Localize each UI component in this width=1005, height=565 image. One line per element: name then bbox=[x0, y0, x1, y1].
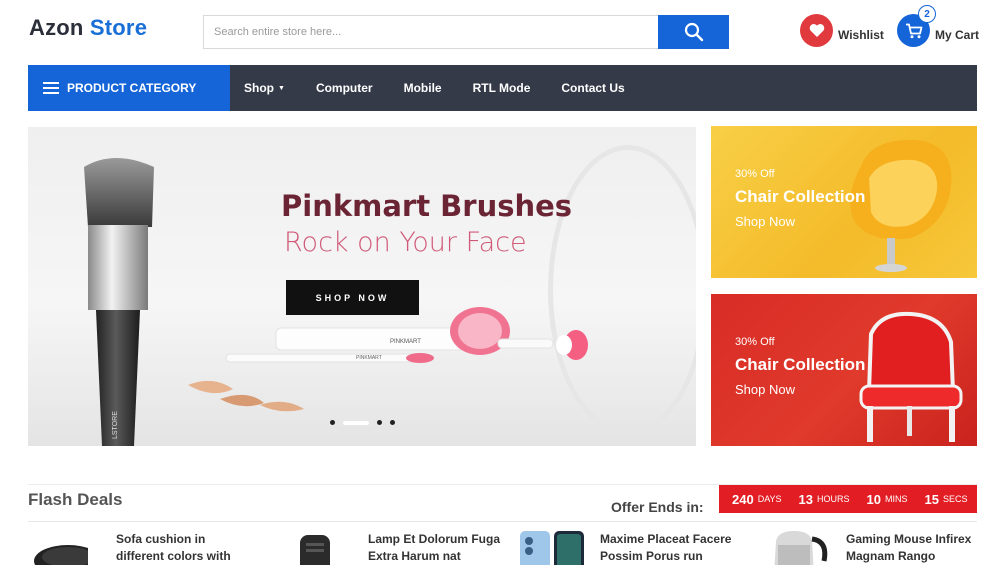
nav-links: Shop ▼ Computer Mobile RTL Mode Contact … bbox=[244, 81, 656, 95]
store-logo[interactable]: Azon Store bbox=[29, 15, 147, 41]
product-category-button[interactable]: PRODUCT CATEGORY bbox=[28, 65, 230, 111]
product-name-line-1: Gaming Mouse Infirex bbox=[846, 532, 972, 546]
product-name-line-2: Possim Porus run bbox=[600, 549, 703, 563]
cart-count-badge: 2 bbox=[918, 5, 936, 23]
hero-slider: LSTORE PINKMART PINKMART Pinkmart Brushe… bbox=[28, 127, 696, 446]
nav-item-label: Contact Us bbox=[561, 81, 625, 95]
timer-hours-unit: HOURS bbox=[817, 494, 850, 504]
promo-shop-now-link[interactable]: Shop Now bbox=[735, 214, 795, 229]
promo-title: Chair Collection bbox=[735, 187, 866, 206]
slide-dot-4[interactable] bbox=[390, 420, 395, 425]
nav-item-computer[interactable]: Computer bbox=[316, 81, 373, 95]
timer-mins-value: 10 bbox=[866, 491, 881, 507]
promo-discount: 30% Off bbox=[735, 168, 775, 180]
product-thumbnail bbox=[518, 531, 588, 565]
brush-text-1: PINKMART bbox=[390, 339, 421, 345]
nav-item-label: Mobile bbox=[403, 81, 442, 95]
cart-icon-circle: 2 bbox=[897, 5, 936, 47]
product-thumbnail bbox=[28, 531, 102, 565]
brush-text-2: PINKMART bbox=[356, 355, 382, 361]
flash-product-card[interactable]: Sofa cushion in different colors with bbox=[28, 531, 251, 565]
timer-days-unit: DAYS bbox=[757, 494, 782, 504]
timer-secs-value: 15 bbox=[924, 491, 939, 507]
search-input[interactable] bbox=[204, 16, 659, 48]
nav-item-mobile[interactable]: Mobile bbox=[404, 81, 442, 95]
hero-title: Pinkmart Brushes bbox=[281, 189, 573, 223]
product-name-line-2: different colors with bbox=[116, 549, 231, 563]
search-button[interactable] bbox=[658, 15, 729, 49]
product-name-line-1: Sofa cushion in bbox=[116, 532, 206, 546]
timer-mins-unit: MINS bbox=[885, 494, 908, 504]
timer-secs-unit: SECS bbox=[942, 494, 968, 504]
promo-banner-yellow-chair[interactable]: 30% Off Chair Collection Shop Now bbox=[711, 126, 977, 278]
cart-link[interactable]: 2 My Cart bbox=[897, 5, 980, 47]
product-name-line-1: Maxime Placeat Facere bbox=[600, 532, 732, 546]
nav-item-label: RTL Mode bbox=[472, 81, 531, 95]
flash-product-card[interactable]: Maxime Placeat Facere Possim Porus run bbox=[518, 531, 750, 565]
logo-text-part2: Store bbox=[89, 15, 148, 40]
wishlist-icon-circle bbox=[800, 14, 833, 47]
cart-label: My Cart bbox=[935, 27, 980, 42]
slide-dot-1[interactable] bbox=[330, 420, 335, 425]
flash-product-card[interactable]: Lamp Et Dolorum Fuga Extra Harum nat bbox=[296, 531, 518, 565]
promo-shop-now-link[interactable]: Shop Now bbox=[735, 382, 795, 397]
product-thumbnail bbox=[296, 531, 356, 565]
product-thumbnail bbox=[764, 531, 834, 565]
timer-days-value: 240 bbox=[732, 491, 754, 507]
main-navigation: PRODUCT CATEGORY Shop ▼ Computer Mobile … bbox=[28, 65, 977, 111]
promo-title: Chair Collection bbox=[735, 355, 866, 374]
slide-dot-3[interactable] bbox=[377, 420, 382, 425]
flash-deals-section: Flash Deals Offer Ends in: 240 DAYS 13 H… bbox=[28, 484, 977, 565]
flash-product-card[interactable]: Gaming Mouse Infirex Magnam Rango bbox=[764, 531, 974, 565]
slide-dot-2-active[interactable] bbox=[343, 420, 369, 425]
flash-deals-title: Flash Deals bbox=[28, 490, 123, 509]
offer-ends-label: Offer Ends in: bbox=[611, 499, 704, 515]
promo-discount: 30% Off bbox=[735, 336, 775, 348]
slider-pagination bbox=[330, 420, 403, 425]
search-bar bbox=[203, 15, 729, 49]
product-name-line-1: Lamp Et Dolorum Fuga bbox=[368, 532, 500, 546]
product-name-line-2: Extra Harum nat bbox=[368, 549, 461, 563]
promo-banner-red-chair[interactable]: 30% Off Chair Collection Shop Now bbox=[711, 294, 977, 446]
logo-text-part1: Azon bbox=[29, 15, 84, 40]
wishlist-link[interactable]: Wishlist bbox=[800, 14, 884, 47]
countdown-timer: 240 DAYS 13 HOURS 10 MINS 15 SECS bbox=[719, 485, 977, 513]
hero-subtitle: Rock on Your Face bbox=[284, 227, 527, 258]
cart-icon bbox=[905, 23, 922, 38]
product-category-label: PRODUCT CATEGORY bbox=[67, 81, 197, 95]
wishlist-label: Wishlist bbox=[838, 27, 884, 42]
divider bbox=[28, 521, 977, 522]
shop-now-button[interactable]: SHOP NOW bbox=[286, 280, 419, 315]
nav-item-shop[interactable]: Shop ▼ bbox=[244, 81, 285, 95]
heart-icon bbox=[809, 24, 824, 37]
caret-down-icon: ▼ bbox=[278, 84, 285, 92]
search-icon bbox=[684, 22, 703, 42]
hamburger-icon bbox=[43, 82, 59, 94]
brush-handle-text: LSTORE bbox=[112, 411, 119, 439]
nav-item-contact-us[interactable]: Contact Us bbox=[561, 81, 624, 95]
nav-item-label: Computer bbox=[315, 81, 373, 95]
nav-item-label: Shop bbox=[244, 81, 274, 95]
product-name-line-2: Magnam Rango bbox=[846, 549, 936, 563]
timer-hours-value: 13 bbox=[798, 491, 814, 507]
nav-item-rtl-mode[interactable]: RTL Mode bbox=[473, 81, 531, 95]
